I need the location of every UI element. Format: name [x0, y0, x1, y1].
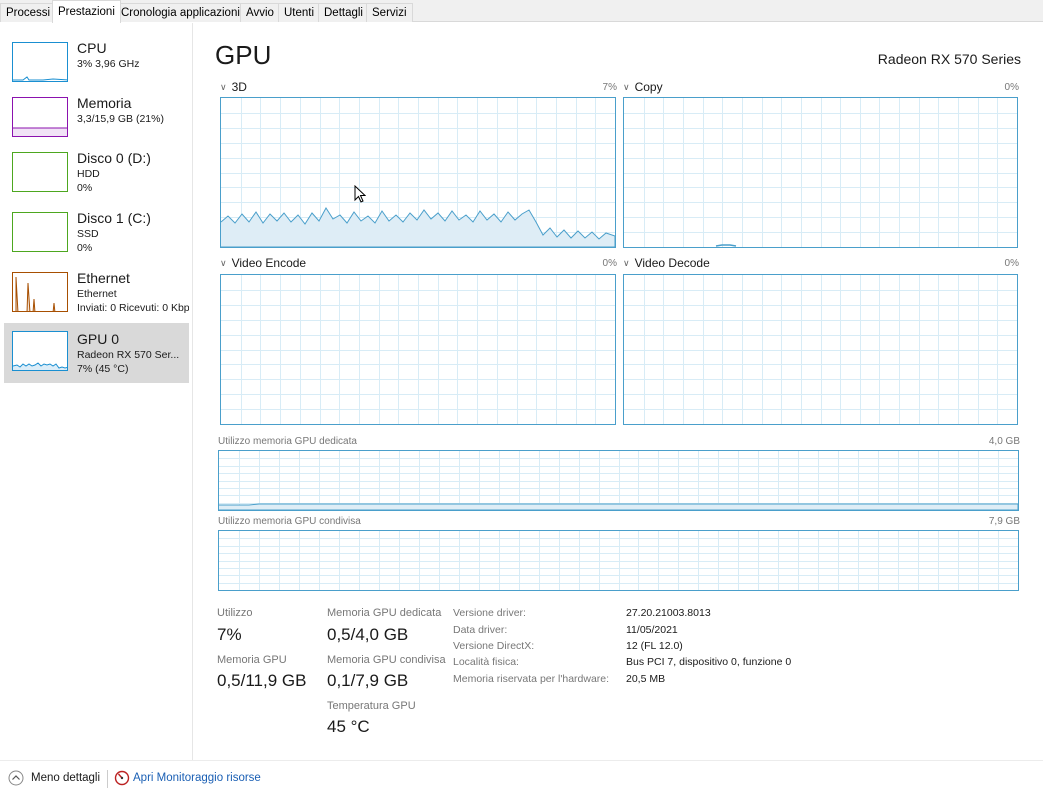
directx-version-label: Versione DirectX:: [453, 640, 535, 652]
tab-dettagli[interactable]: Dettagli: [318, 3, 369, 22]
disk-1-thumbnail-graph: [12, 212, 68, 252]
sidebar-item-detail: SSD: [77, 228, 99, 240]
tab-bar: Processi Prestazioni Cronologia applicaz…: [0, 0, 1043, 23]
shared-memory-label: Utilizzo memoria GPU condivisa: [218, 516, 361, 527]
sidebar-item-label: Disco 1 (C:): [77, 210, 151, 226]
sidebar-item-cpu[interactable]: CPU 3% 3,96 GHz: [4, 36, 189, 96]
performance-sidebar: CPU 3% 3,96 GHz Memoria 3,3/15,9 GB (21%…: [0, 23, 193, 760]
tab-processi[interactable]: Processi: [0, 3, 57, 22]
dedicated-memory-graph: [218, 450, 1019, 511]
gpu-model-name: Radeon RX 570 Series: [877, 51, 1021, 67]
tab-avvio[interactable]: Avvio: [240, 3, 280, 22]
shared-memory-stat-value: 0,1/7,9 GB: [327, 671, 409, 690]
sidebar-item-label: Ethernet: [77, 270, 130, 286]
tab-utenti[interactable]: Utenti: [278, 3, 321, 22]
sidebar-item-label: GPU 0: [77, 331, 120, 347]
gpu-memory-label: Memoria GPU: [217, 654, 287, 666]
open-resource-monitor-link[interactable]: Apri Monitoraggio risorse: [133, 772, 261, 784]
chevron-down-icon: ∨: [623, 82, 630, 92]
sidebar-item-label: CPU: [77, 40, 107, 56]
gpu-thumbnail-graph: [12, 331, 68, 371]
engine-name: 3D: [231, 80, 247, 94]
physical-location-value: Bus PCI 7, dispositivo 0, funzione 0: [626, 656, 792, 668]
sidebar-item-disco-0[interactable]: Disco 0 (D:) HDD 0%: [4, 146, 189, 206]
engine-3d-selector[interactable]: ∨ 3D: [220, 80, 247, 94]
ethernet-thumbnail-graph: [12, 272, 68, 312]
engine-name: Video Decode: [634, 256, 710, 270]
less-details-link[interactable]: Meno dettagli: [31, 772, 100, 784]
sidebar-item-ethernet[interactable]: Ethernet Ethernet Inviati: 0 Ricevuti: 0…: [4, 266, 189, 326]
chevron-down-icon: ∨: [220, 82, 227, 92]
sidebar-item-detail: Ethernet: [77, 288, 117, 300]
sidebar-item-disco-1[interactable]: Disco 1 (C:) SSD 0%: [4, 206, 189, 266]
utilization-label: Utilizzo: [217, 607, 253, 619]
sidebar-item-detail: 3,3/15,9 GB (21%): [77, 113, 164, 125]
chevron-down-icon: ∨: [623, 258, 630, 268]
engine-video-encode-selector[interactable]: ∨ Video Encode: [220, 256, 306, 270]
dedicated-memory-label: Utilizzo memoria GPU dedicata: [218, 436, 357, 447]
engine-video-encode-graph: [220, 274, 616, 425]
directx-version-value: 12 (FL 12.0): [626, 640, 683, 652]
chevron-up-circle-icon[interactable]: [8, 770, 24, 786]
sidebar-item-throughput: Inviati: 0 Ricevuti: 0 Kbps: [77, 302, 189, 314]
dedicated-memory-max: 4,0 GB: [988, 436, 1020, 447]
physical-location-label: Località fisica:: [453, 656, 519, 668]
tab-servizi[interactable]: Servizi: [366, 3, 413, 22]
sidebar-item-detail: HDD: [77, 168, 100, 180]
memory-thumbnail-graph: [12, 97, 68, 137]
tab-prestazioni[interactable]: Prestazioni: [52, 0, 121, 23]
engine-percent: 7%: [602, 82, 617, 93]
shared-memory-graph: [218, 530, 1019, 591]
utilization-value: 7%: [217, 625, 242, 644]
engine-3d-graph: [220, 97, 616, 248]
temperature-value: 45 °C: [327, 717, 370, 736]
sidebar-item-detail: 3% 3,96 GHz: [77, 58, 140, 70]
page-title: GPU: [215, 40, 272, 70]
mouse-cursor-icon: [354, 185, 366, 203]
temperature-label: Temperatura GPU: [327, 700, 416, 712]
shared-memory-stat-label: Memoria GPU condivisa: [327, 654, 446, 666]
engine-name: Video Encode: [231, 256, 307, 270]
sidebar-item-gpu-0[interactable]: GPU 0 Radeon RX 570 Ser... 7% (45 °C): [4, 323, 189, 383]
sidebar-item-percent: 0%: [77, 242, 93, 254]
driver-date-label: Data driver:: [453, 624, 508, 636]
disk-0-thumbnail-graph: [12, 152, 68, 192]
hardware-reserved-memory-value: 20,5 MB: [626, 673, 666, 685]
sidebar-item-percent: 7% (45 °C): [77, 363, 129, 375]
sidebar-item-percent: 0%: [77, 182, 93, 194]
dedicated-memory-stat-label: Memoria GPU dedicata: [327, 607, 442, 619]
resource-monitor-icon[interactable]: [114, 770, 130, 786]
shared-memory-max: 7,9 GB: [988, 516, 1020, 527]
cpu-thumbnail-graph: [12, 42, 68, 82]
driver-date-value: 11/05/2021: [626, 624, 678, 636]
engine-percent: 0%: [1004, 258, 1019, 269]
chevron-down-icon: ∨: [220, 258, 227, 268]
engine-name: Copy: [634, 80, 663, 94]
engine-video-decode-selector[interactable]: ∨ Video Decode: [623, 256, 710, 270]
engine-percent: 0%: [602, 258, 617, 269]
engine-copy-selector[interactable]: ∨ Copy: [623, 80, 663, 94]
footer-divider: [107, 770, 108, 788]
gpu-memory-value: 0,5/11,9 GB: [217, 671, 307, 690]
sidebar-item-detail: Radeon RX 570 Ser...: [77, 349, 180, 361]
sidebar-item-memoria[interactable]: Memoria 3,3/15,9 GB (21%): [4, 91, 189, 151]
hardware-reserved-memory-label: Memoria riservata per l'hardware:: [453, 673, 610, 685]
sidebar-item-label: Disco 0 (D:): [77, 150, 151, 166]
sidebar-item-label: Memoria: [77, 95, 132, 111]
driver-version-value: 27.20.21003.8013: [626, 607, 711, 619]
engine-copy-graph: [623, 97, 1018, 248]
driver-version-label: Versione driver:: [453, 607, 526, 619]
dedicated-memory-stat-value: 0,5/4,0 GB: [327, 625, 409, 644]
tab-cronologia-applicazioni[interactable]: Cronologia applicazioni: [115, 3, 246, 22]
engine-percent: 0%: [1004, 82, 1019, 93]
footer-bar: Meno dettagli Apri Monitoraggio risorse: [0, 760, 1043, 800]
engine-video-decode-graph: [623, 274, 1018, 425]
